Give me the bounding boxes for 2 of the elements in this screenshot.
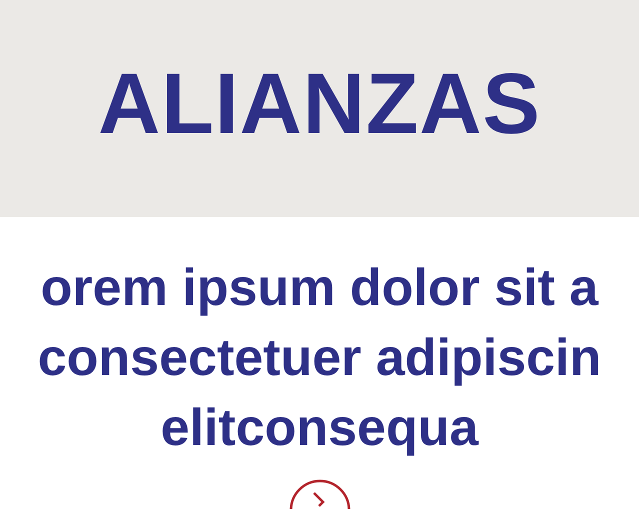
page-title: ALIANZAS	[98, 55, 541, 154]
intro-text: orem ipsum dolor sit a consectetuer adipiscin elitconsequa	[38, 258, 602, 459]
